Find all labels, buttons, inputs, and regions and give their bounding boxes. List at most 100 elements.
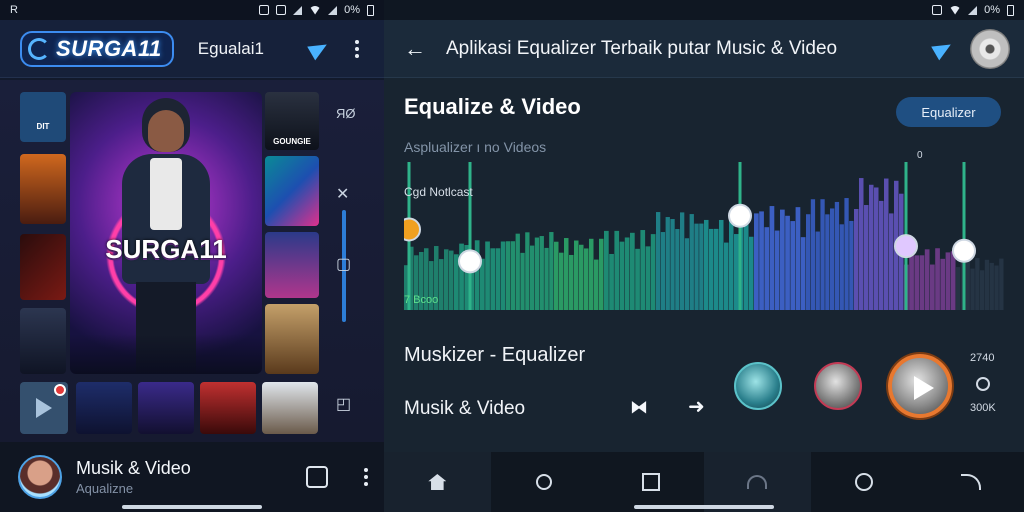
status-icons-right: 0% [932, 4, 1014, 16]
save-icon[interactable] [306, 466, 328, 488]
home-icon [428, 474, 447, 490]
spectrum-bar [795, 207, 801, 310]
spectrum-bar [569, 254, 574, 310]
spectrum-bar [950, 251, 956, 310]
thumb-right-4[interactable] [265, 304, 319, 374]
header-title: Egualai1 [197, 38, 264, 58]
featured-poster[interactable]: SURGA11 [70, 92, 262, 374]
spectrum-bar [970, 268, 975, 310]
spectrum-bar [884, 178, 889, 310]
spectrum-bar [539, 236, 544, 310]
spectrum-bar [574, 240, 579, 310]
send-button[interactable] [306, 36, 332, 62]
spectrum-bar [650, 234, 656, 310]
eq-slider-knob[interactable] [728, 203, 752, 228]
thumb-bottom-2[interactable] [138, 382, 194, 434]
spectrum-bar [994, 265, 999, 310]
spectrum-bar [594, 259, 599, 310]
thumb-bottom-4[interactable] [262, 382, 318, 434]
send-icon [307, 37, 331, 60]
spectrum-bar [769, 206, 775, 310]
spectrum-bar [869, 184, 874, 310]
status-bar: R 0% [0, 0, 384, 20]
spectrum-bar [889, 213, 894, 310]
player-title: Muskizer - Equalizer [404, 344, 586, 366]
spectrum-bar [945, 252, 951, 310]
thumb-bottom-1[interactable] [76, 382, 132, 434]
spectrum-bar [604, 230, 609, 310]
spectrum-bar [924, 249, 930, 310]
thumb-left-1[interactable]: DIT [20, 92, 66, 142]
forward-arrow-icon[interactable]: ➜ [688, 394, 705, 419]
spectrum-bar [874, 187, 879, 310]
map-icon[interactable]: ◰ [336, 394, 351, 414]
equalizer-visualizer[interactable] [404, 160, 1004, 312]
menu-button[interactable] [344, 36, 370, 62]
spectrum-bar [864, 205, 869, 310]
hero-head [148, 110, 184, 152]
eq-slider-knob[interactable] [458, 249, 482, 274]
thumb-left-3[interactable] [20, 234, 66, 300]
disc-icon[interactable] [970, 28, 1010, 69]
send-button[interactable] [930, 36, 956, 62]
equalizer-header: ← Aplikasi Equalizer Terbaik putar Music… [384, 20, 1024, 78]
nav-home[interactable] [384, 452, 491, 512]
spectrum-bar [744, 222, 749, 310]
headphones-icon [747, 475, 768, 489]
bass-knob[interactable] [734, 362, 782, 410]
spectrum-bar [956, 267, 961, 310]
square-icon [641, 473, 660, 491]
frequency-label: 7 Bcoo [404, 294, 439, 306]
spectrum-bar [614, 230, 620, 310]
signal-icon [968, 5, 978, 15]
nav-search[interactable] [491, 452, 598, 512]
skip-icon[interactable]: ⧓ [630, 397, 648, 418]
more-vert-icon[interactable] [364, 468, 368, 486]
spectrum-bar [759, 211, 764, 310]
spectrum-bar [830, 208, 835, 310]
shuffle-icon[interactable]: ✕ [336, 184, 349, 204]
now-playing-title: Musik & Video [76, 458, 191, 478]
nav-headphones[interactable] [704, 452, 811, 512]
more-vert-icon [355, 39, 359, 58]
thumb-label: DIT [36, 122, 50, 131]
eq-slider-knob[interactable] [404, 217, 421, 242]
bottom-nav [384, 452, 1024, 512]
equalizer-button[interactable]: Equalizer [896, 97, 1001, 127]
spectrum-bar [704, 219, 709, 310]
stat-top: 2740 [970, 352, 995, 364]
treble-knob[interactable] [814, 362, 862, 410]
eq-slider-knob[interactable] [894, 234, 918, 259]
thumb-left-2[interactable] [20, 154, 66, 224]
spectrum-bar [820, 199, 825, 310]
spectrum-bar [839, 224, 844, 310]
thumb-right-3[interactable] [265, 232, 319, 298]
thumb-play[interactable] [20, 382, 68, 434]
hero-title: SURGA11 [105, 234, 227, 264]
nav-circle[interactable] [811, 452, 918, 512]
app-logo[interactable]: SURGA11 [20, 30, 174, 67]
back-arrow-icon[interactable]: ← [404, 36, 430, 62]
spectrum-bar [619, 241, 625, 310]
spectrum-bar [554, 241, 559, 310]
spectrum-bar [774, 230, 780, 310]
play-knob[interactable] [888, 354, 952, 418]
eq-slider-knob[interactable] [952, 238, 976, 263]
nav-cast[interactable] [917, 452, 1024, 512]
avatar[interactable] [18, 455, 62, 499]
spectrum-bar [930, 264, 935, 310]
thumb-right-1[interactable]: GOUNGIE [265, 92, 319, 150]
square-icon[interactable]: ▢ [336, 254, 351, 274]
rail-badge[interactable]: ЯØ [336, 106, 356, 121]
equalizer-subtitle: Asplualizer ı no Videos [404, 139, 547, 155]
thumb-bottom-3[interactable] [200, 382, 256, 434]
thumb-left-4[interactable] [20, 308, 66, 374]
home-indicator [122, 505, 262, 509]
thumb-right-2[interactable] [265, 156, 319, 226]
now-playing-bar[interactable]: Musik & Video Aqualizne [0, 442, 384, 512]
lock-icon [932, 5, 943, 15]
spectrum-bar [599, 238, 604, 310]
nav-library[interactable] [597, 452, 704, 512]
spectrum-bar [510, 241, 516, 310]
spectrum-bar [919, 255, 925, 310]
